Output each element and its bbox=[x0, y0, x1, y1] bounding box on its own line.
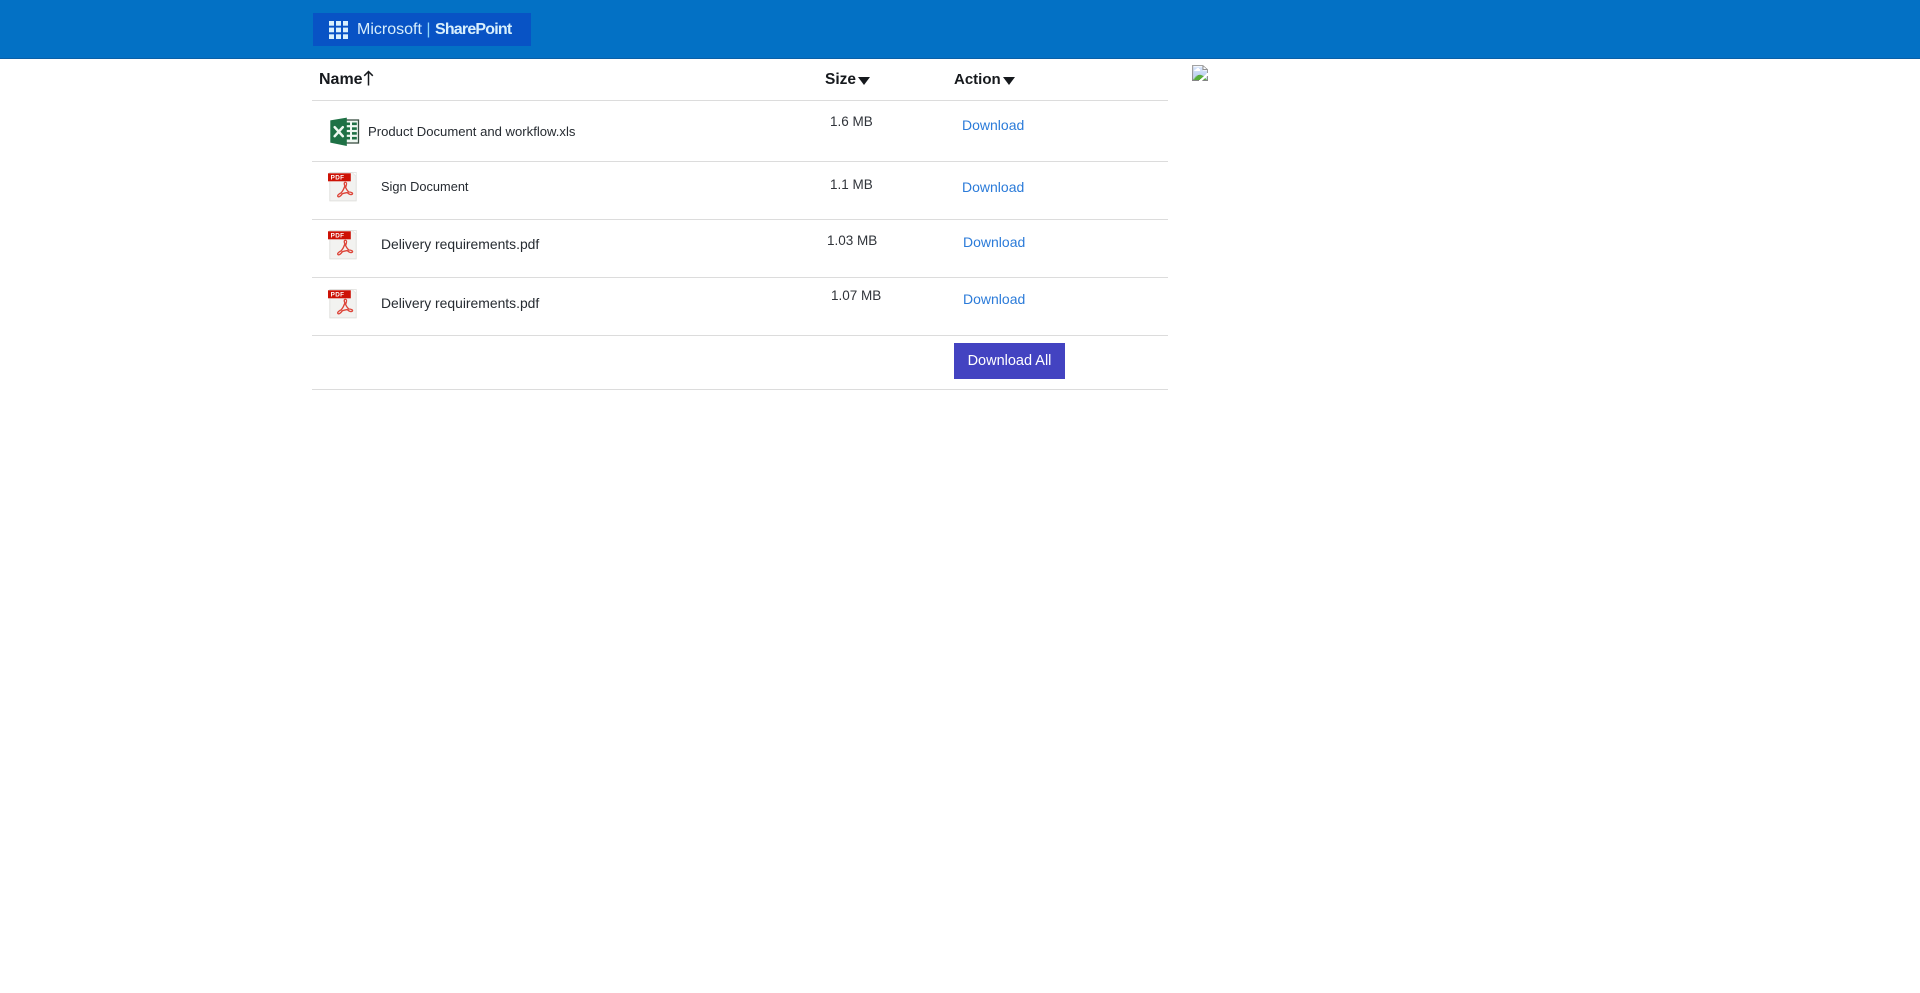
svg-text:PDF: PDF bbox=[331, 291, 345, 298]
svg-text:PDF: PDF bbox=[331, 233, 345, 240]
svg-text:PDF: PDF bbox=[331, 175, 345, 182]
